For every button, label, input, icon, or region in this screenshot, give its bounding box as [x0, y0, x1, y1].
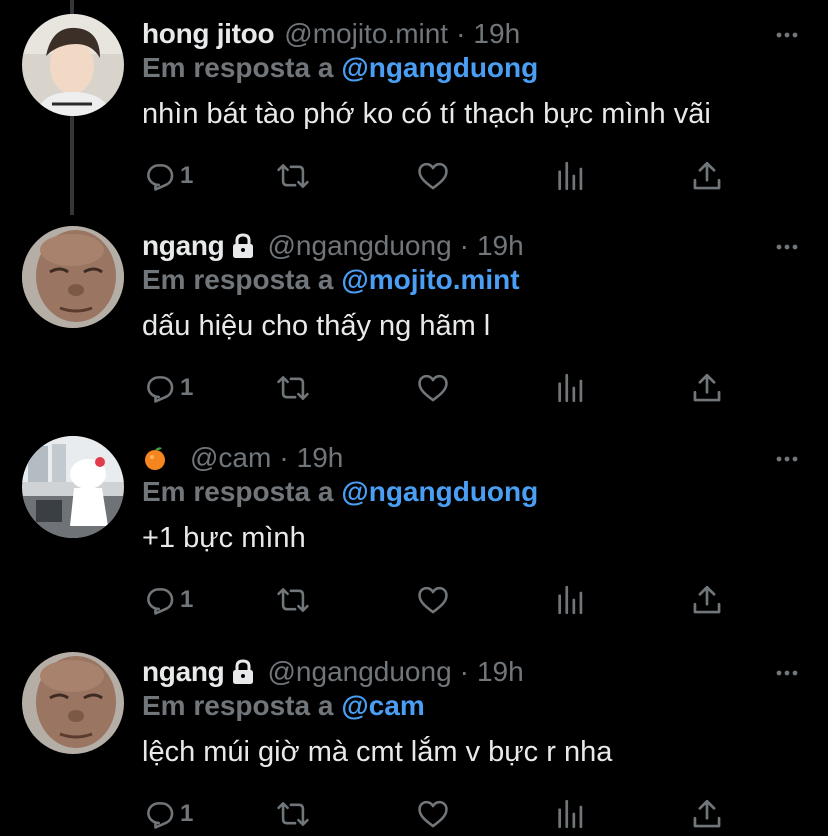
- separator-dot: ·: [459, 656, 469, 687]
- lock-icon: [232, 233, 253, 258]
- reply-button[interactable]: 1: [142, 368, 193, 408]
- reply-count: 1: [180, 162, 194, 189]
- like-button[interactable]: [416, 580, 450, 620]
- lock-icon: [232, 659, 253, 684]
- retweet-button[interactable]: [276, 368, 310, 408]
- heart-icon: [418, 800, 448, 828]
- timestamp[interactable]: 19h: [477, 656, 524, 688]
- retweet-button[interactable]: [276, 580, 310, 620]
- retweet-icon: [277, 802, 309, 826]
- tweet-text: lệch múi giờ mà cmt lắm v bực r nha: [142, 736, 613, 768]
- user-handle[interactable]: @ngangduong: [268, 656, 452, 688]
- share-button[interactable]: [690, 794, 724, 834]
- reply-icon: [147, 802, 174, 829]
- retweet-button[interactable]: [276, 156, 310, 196]
- reply-prefix: Em resposta a: [142, 52, 334, 83]
- tweet-header: @cam · 19h: [142, 438, 343, 478]
- like-button[interactable]: [416, 794, 450, 834]
- views-button[interactable]: [554, 580, 588, 620]
- reply-icon: [147, 164, 174, 191]
- reply-icon: [147, 376, 174, 403]
- reply-context: Em resposta a @ngangduong: [142, 476, 538, 508]
- reply-icon: [147, 588, 174, 615]
- action-bar: 1: [142, 156, 742, 196]
- reply-prefix: Em resposta a: [142, 476, 334, 507]
- action-bar: 1: [142, 580, 742, 620]
- reply-context: Em resposta a @mojito.mint: [142, 264, 520, 296]
- share-button[interactable]: [690, 368, 724, 408]
- display-name[interactable]: hong jitoo: [142, 18, 275, 50]
- retweet-icon: [277, 376, 309, 400]
- retweet-icon: [277, 588, 309, 612]
- timestamp[interactable]: 19h: [473, 18, 520, 50]
- tweet-text: dấu hiệu cho thấy ng hãm l: [142, 310, 491, 342]
- avatar[interactable]: [22, 436, 124, 538]
- tweet-header: ngang @ngangduong · 19h: [142, 652, 524, 692]
- separator-dot: ·: [459, 230, 469, 261]
- like-button[interactable]: [416, 368, 450, 408]
- tweet-text: nhìn bát tào phớ ko có tí thạch bực mình…: [142, 98, 711, 130]
- share-button[interactable]: [690, 580, 724, 620]
- heart-icon: [418, 586, 448, 614]
- separator-dot: ·: [456, 18, 466, 49]
- reply-count: 1: [180, 586, 194, 613]
- tweet-thread: hong jitoo @mojito.mint · 19h Em respost…: [0, 0, 828, 836]
- share-icon: [693, 161, 721, 190]
- share-icon: [693, 373, 721, 402]
- reply-context: Em resposta a @ngangduong: [142, 52, 538, 84]
- user-handle[interactable]: @mojito.mint: [284, 18, 448, 50]
- reply-count: 1: [180, 800, 194, 827]
- timestamp[interactable]: 19h: [297, 442, 344, 474]
- more-options-icon[interactable]: [774, 446, 800, 472]
- reply-button[interactable]: 1: [142, 156, 193, 196]
- display-name[interactable]: ngang: [142, 230, 225, 262]
- views-button[interactable]: [554, 156, 588, 196]
- reply-count: 1: [180, 374, 194, 401]
- reply-mention-link[interactable]: @mojito.mint: [341, 264, 519, 295]
- analytics-icon: [558, 161, 583, 191]
- reply-prefix: Em resposta a: [142, 264, 334, 295]
- retweet-button[interactable]: [276, 794, 310, 834]
- share-button[interactable]: [690, 156, 724, 196]
- heart-icon: [418, 374, 448, 402]
- views-button[interactable]: [554, 368, 588, 408]
- analytics-icon: [558, 799, 583, 829]
- tweet[interactable]: ngang @ngangduong · 19h Em resposta a @mo…: [0, 226, 828, 416]
- tweet-header: ngang @ngangduong · 19h: [142, 226, 524, 266]
- heart-icon: [418, 162, 448, 190]
- user-handle[interactable]: @ngangduong: [268, 230, 452, 262]
- tweet[interactable]: ngang @ngangduong · 19h Em resposta a @ca…: [0, 652, 828, 836]
- more-options-icon[interactable]: [774, 234, 800, 260]
- share-icon: [693, 585, 721, 614]
- like-button[interactable]: [416, 156, 450, 196]
- avatar[interactable]: [22, 226, 124, 328]
- reply-prefix: Em resposta a: [142, 690, 334, 721]
- tweet[interactable]: @cam · 19h Em resposta a @ngangduong +1 b…: [0, 436, 828, 628]
- more-options-icon[interactable]: [774, 660, 800, 686]
- avatar[interactable]: [22, 14, 124, 116]
- retweet-icon: [277, 164, 309, 188]
- analytics-icon: [558, 585, 583, 615]
- tweet-text: +1 bực mình: [142, 522, 306, 554]
- reply-button[interactable]: 1: [142, 794, 193, 834]
- analytics-icon: [558, 373, 583, 403]
- reply-context: Em resposta a @cam: [142, 690, 425, 722]
- tweet[interactable]: hong jitoo @mojito.mint · 19h Em respost…: [0, 14, 828, 204]
- orange-fruit-icon: [145, 447, 165, 470]
- separator-dot: ·: [279, 442, 289, 473]
- more-options-icon[interactable]: [774, 22, 800, 48]
- avatar[interactable]: [22, 652, 124, 754]
- display-name[interactable]: ngang: [142, 656, 225, 688]
- reply-mention-link[interactable]: @ngangduong: [341, 476, 538, 507]
- action-bar: 1: [142, 794, 742, 834]
- timestamp[interactable]: 19h: [477, 230, 524, 262]
- reply-mention-link[interactable]: @ngangduong: [341, 52, 538, 83]
- reply-button[interactable]: 1: [142, 580, 193, 620]
- user-handle[interactable]: @cam: [190, 442, 271, 474]
- share-icon: [693, 799, 721, 828]
- tweet-header: hong jitoo @mojito.mint · 19h: [142, 14, 520, 54]
- action-bar: 1: [142, 368, 742, 408]
- views-button[interactable]: [554, 794, 588, 834]
- reply-mention-link[interactable]: @cam: [341, 690, 424, 721]
